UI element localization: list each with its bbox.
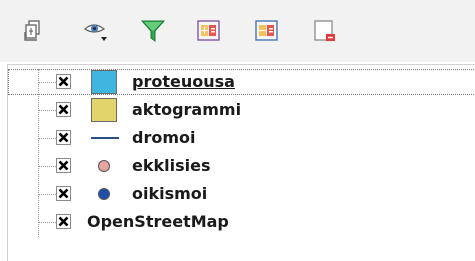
layers-tree: proteuousa aktogrammi dromoi ekklisies o… bbox=[7, 64, 475, 261]
layer-row-openstreetmap[interactable]: OpenStreetMap bbox=[8, 209, 475, 235]
filter-legend-icon bbox=[141, 19, 165, 43]
tree-branch bbox=[38, 166, 56, 167]
layer-visibility-checkbox[interactable] bbox=[56, 158, 71, 173]
remove-layer-icon bbox=[313, 19, 337, 43]
layer-row-aktogrammi[interactable]: aktogrammi bbox=[8, 97, 475, 123]
layer-visibility-checkbox[interactable] bbox=[56, 130, 71, 145]
tree-branch bbox=[38, 110, 56, 111]
tree-branch bbox=[38, 138, 56, 139]
add-group-button[interactable] bbox=[20, 17, 46, 45]
collapse-all-icon bbox=[255, 19, 279, 43]
fill-symbol-swatch bbox=[91, 98, 117, 122]
layer-label: ekklisies bbox=[132, 156, 211, 175]
layer-label: aktogrammi bbox=[132, 100, 242, 119]
point-symbol bbox=[98, 188, 110, 200]
layer-visibility-checkbox[interactable] bbox=[56, 102, 71, 117]
add-group-icon bbox=[23, 20, 43, 42]
expand-all-icon bbox=[197, 19, 221, 43]
tree-branch bbox=[38, 82, 56, 83]
collapse-all-button[interactable] bbox=[254, 17, 280, 45]
layer-row-proteuousa[interactable]: proteuousa bbox=[8, 69, 475, 95]
layer-row-oikismoi[interactable]: oikismoi bbox=[8, 181, 475, 207]
layers-toolbar bbox=[0, 0, 475, 62]
tree-branch bbox=[38, 222, 56, 223]
line-symbol bbox=[91, 137, 119, 139]
layer-visibility-checkbox[interactable] bbox=[56, 186, 71, 201]
layer-row-ekklisies[interactable]: ekklisies bbox=[8, 153, 475, 179]
point-symbol bbox=[98, 160, 110, 172]
layer-label: dromoi bbox=[132, 128, 196, 147]
layer-label: OpenStreetMap bbox=[87, 212, 229, 231]
layer-label: oikismoi bbox=[132, 184, 208, 203]
tree-branch bbox=[38, 194, 56, 195]
manage-visibility-button[interactable] bbox=[84, 17, 110, 45]
fill-symbol-swatch bbox=[91, 70, 117, 94]
layer-visibility-checkbox[interactable] bbox=[56, 214, 71, 229]
layer-label: proteuousa bbox=[132, 72, 235, 91]
layer-row-dromoi[interactable]: dromoi bbox=[8, 125, 475, 151]
expand-all-button[interactable] bbox=[196, 17, 222, 45]
layer-visibility-checkbox[interactable] bbox=[56, 74, 71, 89]
filter-legend-button[interactable] bbox=[140, 17, 166, 45]
remove-layer-button[interactable] bbox=[312, 17, 338, 45]
manage-visibility-icon bbox=[84, 18, 110, 44]
